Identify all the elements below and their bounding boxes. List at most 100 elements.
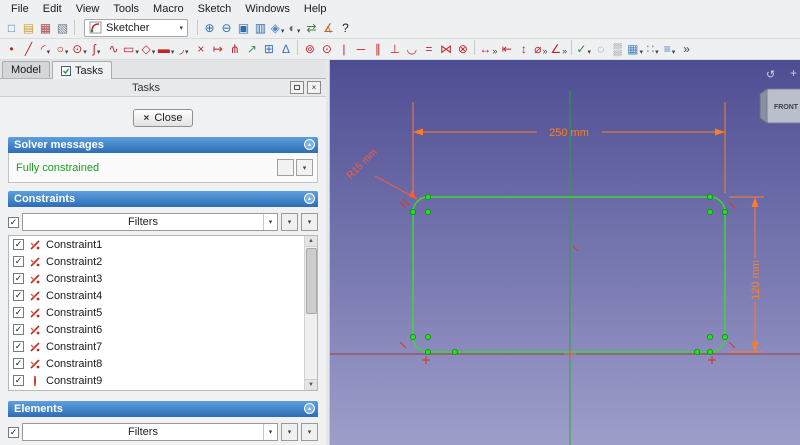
trim-edge-icon[interactable]: × — [192, 40, 209, 58]
create-conic-icon[interactable]: ⊙ ▾ — [71, 40, 88, 58]
constrain-perpendicular-icon[interactable]: ⊥ — [386, 40, 403, 58]
create-polygon-icon[interactable]: ◇ ▾ — [140, 40, 157, 58]
toggle-construction-icon[interactable]: ∆ — [277, 40, 294, 58]
constrain-distance-icon[interactable]: ↔» — [478, 40, 498, 58]
elements-header[interactable]: Elements ▴ — [8, 401, 318, 417]
navcube-front-face[interactable]: FRONT — [774, 104, 799, 111]
create-point-icon[interactable]: • — [3, 40, 20, 58]
create-slot-icon[interactable]: ▬ ▾ — [157, 40, 176, 58]
solver-messages-header[interactable]: Solver messages ▴ — [8, 137, 318, 153]
sketch-canvas[interactable]: 250 mm 120 mm R15 mm ↺ + FRONT — [330, 60, 800, 445]
constraint-row[interactable]: ✓ Constraint5 — [9, 304, 304, 321]
close-panel-button[interactable]: × — [307, 81, 321, 94]
sketch-vertices[interactable] — [410, 193, 728, 355]
scroll-up-icon[interactable]: ▲ — [304, 236, 317, 247]
sketch-profile[interactable] — [412, 196, 726, 353]
save-document-icon[interactable]: ▦ — [37, 19, 54, 37]
3d-view[interactable]: 250 mm 120 mm R15 mm ↺ + FRONT — [330, 60, 800, 445]
tab-model[interactable]: Model — [2, 61, 50, 78]
virtual-space-icon[interactable]: ▒ — [609, 40, 626, 58]
elements-settings-button[interactable]: ▾ — [281, 423, 298, 441]
create-circle-icon[interactable]: ○ ▾ — [54, 40, 71, 58]
menu-file[interactable]: File — [4, 2, 36, 16]
create-polyline-icon[interactable]: ∿ — [105, 40, 122, 58]
create-arc-icon[interactable]: ◜ ▾ — [37, 40, 54, 58]
menu-windows[interactable]: Windows — [238, 2, 297, 16]
constrain-horizontal-distance-icon[interactable]: ⇤ — [498, 40, 515, 58]
collapse-section-icon[interactable]: ▴ — [304, 193, 315, 204]
create-line-icon[interactable]: ╱ — [20, 40, 37, 58]
toggle-driving-constraint-icon[interactable]: ✓ ▾ — [575, 40, 592, 58]
constraint-row[interactable]: ✓ Constraint6 — [9, 321, 304, 338]
nav-cross-icon[interactable]: + — [790, 66, 797, 80]
constraints-settings-button[interactable]: ▾ — [281, 213, 298, 231]
extend-edge-icon[interactable]: ↦ — [209, 40, 226, 58]
height-dimension[interactable]: 120 mm — [729, 196, 764, 353]
constraints-scrollbar[interactable]: ▲ ▼ — [304, 236, 317, 390]
axonometric-view-icon[interactable]: ◈ ▾ — [269, 19, 286, 37]
collapse-section-icon[interactable]: ▴ — [304, 403, 315, 414]
constrain-point-on-object-icon[interactable]: ⊙ — [318, 40, 335, 58]
float-panel-button[interactable] — [290, 81, 304, 94]
constraint-checkbox[interactable]: ✓ — [13, 358, 24, 369]
constrain-block-icon[interactable]: ⊗ — [454, 40, 471, 58]
carbon-copy-icon[interactable]: ⊞ — [260, 40, 277, 58]
snap-icon[interactable]: ∷ ▾ — [644, 40, 661, 58]
constrain-angle-icon[interactable]: ∠» — [549, 40, 568, 58]
toolbar-overflow-icon[interactable]: » — [678, 40, 695, 58]
sketch-origin[interactable] — [564, 348, 576, 360]
constraint-checkbox[interactable]: ✓ — [13, 324, 24, 335]
constraint-row[interactable]: ✓ Constraint4 — [9, 287, 304, 304]
constraints-header[interactable]: Constraints ▴ — [8, 191, 318, 207]
menu-view[interactable]: View — [69, 2, 107, 16]
zoom-in-icon[interactable]: ⊕ — [201, 19, 218, 37]
constraint-row[interactable]: ✓ Constraint3 — [9, 270, 304, 287]
constraint-checkbox[interactable]: ✓ — [13, 307, 24, 318]
create-rectangle-icon[interactable]: ▭ ▾ — [122, 40, 140, 58]
width-dimension-label[interactable]: 250 mm — [549, 127, 589, 139]
solver-dropdown-button[interactable]: ▾ — [296, 159, 313, 176]
menu-edit[interactable]: Edit — [36, 2, 69, 16]
sync-view-icon[interactable]: ⇄ — [303, 19, 320, 37]
scrollbar-thumb[interactable] — [305, 248, 317, 314]
draw-style-icon[interactable]: ◐ ▾ — [286, 19, 303, 37]
constrain-parallel-icon[interactable]: ∥ — [369, 40, 386, 58]
menu-sketch[interactable]: Sketch — [191, 2, 239, 16]
constraint-checkbox[interactable]: ✓ — [13, 375, 24, 386]
constraint-row[interactable]: ✓ Constraint8 — [9, 355, 304, 372]
navigation-cube[interactable]: ↺ + FRONT — [759, 66, 800, 124]
width-dimension[interactable]: 250 mm — [412, 102, 726, 193]
constrain-vertical-icon[interactable]: | — [335, 40, 352, 58]
constraint-checkbox[interactable]: ✓ — [13, 239, 24, 250]
height-dimension-label[interactable]: 120 mm — [750, 260, 762, 300]
constraint-row[interactable]: ✓ Constraint2 — [9, 253, 304, 270]
render-order-icon[interactable]: ≡ ▾ — [661, 40, 678, 58]
constraints-filter-combo[interactable]: Filters ▾ — [22, 213, 278, 231]
create-bspline-icon[interactable]: ∫ ▾ — [88, 40, 105, 58]
scroll-down-icon[interactable]: ▼ — [304, 379, 317, 390]
zoom-out-icon[interactable]: ⊖ — [218, 19, 235, 37]
split-edge-icon[interactable]: ⋔ — [226, 40, 243, 58]
print-icon[interactable]: ▧ — [54, 19, 71, 37]
constrain-symmetric-icon[interactable]: ⋈ — [437, 40, 454, 58]
constraints-extra-button[interactable]: ▾ — [301, 213, 318, 231]
solver-settings-button[interactable] — [277, 159, 294, 176]
elements-filter-combo[interactable]: Filters ▾ — [22, 423, 278, 441]
constrain-horizontal-icon[interactable]: ─ — [352, 40, 369, 58]
menu-tools[interactable]: Tools — [106, 2, 146, 16]
constraint-row[interactable]: ✓ Constraint7 — [9, 338, 304, 355]
radius-dimension-label[interactable]: R15 mm — [345, 147, 380, 182]
close-task-button[interactable]: × Close — [132, 109, 194, 127]
elements-filter-checkbox[interactable]: ✓ — [8, 426, 19, 438]
constrain-equal-icon[interactable]: = — [420, 40, 437, 58]
workbench-selector[interactable]: Sketcher ▾ — [84, 18, 188, 37]
tab-tasks[interactable]: Tasks — [51, 61, 113, 79]
open-document-icon[interactable]: ▤ — [20, 19, 37, 37]
create-fillet-icon[interactable]: ◞ ▾ — [175, 40, 192, 58]
grid-icon[interactable]: ▦ ▾ — [626, 40, 644, 58]
menu-help[interactable]: Help — [297, 2, 334, 16]
constraint-checkbox[interactable]: ✓ — [13, 290, 24, 301]
constraint-checkbox[interactable]: ✓ — [13, 273, 24, 284]
fit-selection-icon[interactable]: ▥ — [252, 19, 269, 37]
radius-dimension[interactable]: R15 mm — [345, 147, 418, 200]
